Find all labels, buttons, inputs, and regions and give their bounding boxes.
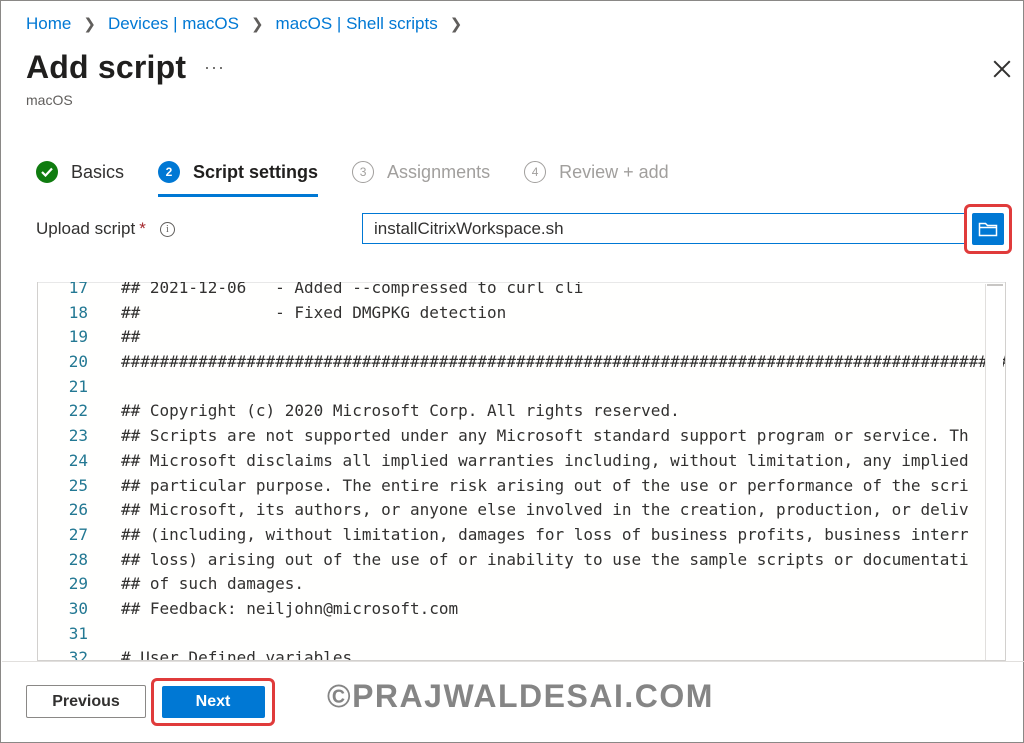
code-text: ## (including, without limitation, damag… [121, 524, 969, 544]
folder-icon [978, 222, 998, 237]
line-number: 17 [68, 282, 88, 297]
code-line: 25 ## particular purpose. The entire risk… [38, 474, 1005, 499]
breadcrumb-macos-shell-scripts[interactable]: macOS | Shell scripts [276, 14, 438, 34]
code-text: ## Scripts are not supported under any M… [121, 426, 969, 446]
code-text: ## Copyright (c) 2020 Microsoft Corp. Al… [121, 401, 680, 421]
code-text: ## particular purpose. The entire risk a… [121, 475, 969, 495]
step-number: 2 [158, 161, 181, 183]
close-icon[interactable] [991, 58, 1013, 80]
line-number: 30 [68, 598, 88, 618]
editor-scrollbar[interactable] [985, 284, 1003, 660]
code-line: 23 ## Scripts are not supported under any… [38, 424, 1005, 449]
code-line: 22 ## Copyright (c) 2020 Microsoft Corp. … [38, 399, 1005, 424]
code-lines: 17 ## 2021-12-06 - Added --compressed to … [38, 282, 1005, 661]
add-script-blade: Home ❯ Devices | macOS ❯ macOS | Shell s… [0, 0, 1024, 743]
step-review-add[interactable]: 4 Review + add [524, 156, 669, 188]
chevron-right-icon: ❯ [250, 16, 264, 33]
code-text: ########################################… [121, 352, 1006, 372]
line-number: 31 [68, 623, 88, 643]
breadcrumb-home[interactable]: Home [26, 14, 71, 34]
code-line: 20 ######################################… [38, 350, 1005, 375]
code-text: ## Feedback: neiljohn@microsoft.com [121, 598, 459, 618]
previous-button[interactable]: Previous [26, 685, 146, 718]
code-text: ## of such damages. [121, 574, 305, 594]
chevron-right-icon: ❯ [83, 16, 96, 33]
code-text: ## Microsoft disclaims all implied warra… [121, 450, 969, 470]
line-number: 26 [68, 500, 88, 520]
step-review-add-label: Review + add [559, 161, 669, 182]
upload-script-label-text: Upload script [36, 219, 136, 238]
upload-script-field[interactable] [362, 213, 965, 244]
page-title: Add script [26, 49, 187, 85]
breadcrumb: Home ❯ Devices | macOS ❯ macOS | Shell s… [26, 14, 474, 34]
code-line: 19 ## [38, 325, 1005, 350]
next-button[interactable]: Next [161, 686, 265, 718]
chevron-right-icon: ❯ [449, 16, 463, 33]
line-number: 29 [68, 574, 88, 594]
upload-script-label: Upload script * i [36, 219, 175, 239]
code-line: 31 [38, 622, 1005, 647]
script-editor[interactable]: 17 ## 2021-12-06 - Added --compressed to … [37, 282, 1006, 661]
step-script-settings[interactable]: 2 Script settings [158, 156, 319, 197]
step-assignments[interactable]: 3 Assignments [352, 156, 490, 188]
code-text: ## Microsoft, its authors, or anyone els… [121, 500, 969, 520]
page-subtitle: macOS [26, 92, 73, 108]
line-number: 28 [68, 549, 88, 569]
code-line: 29 ## of such damages. [38, 572, 1005, 597]
code-line: 26 ## Microsoft, its authors, or anyone e… [38, 498, 1005, 523]
code-text: ## [121, 327, 141, 347]
step-number: 4 [524, 161, 547, 183]
step-basics-label: Basics [71, 161, 125, 182]
footer-divider [2, 661, 1024, 662]
required-mark: * [139, 219, 146, 238]
step-script-settings-label: Script settings [193, 161, 319, 182]
step-number: 3 [352, 161, 375, 183]
line-number: 21 [68, 376, 88, 396]
code-text: ## 2021-12-06 - Added --compressed to cu… [121, 282, 584, 297]
wizard-steps: Basics 2 Script settings 3 Assignments 4… [36, 156, 703, 197]
code-text: ## loss) arising out of the use of or in… [121, 549, 969, 569]
info-icon[interactable]: i [159, 221, 175, 237]
browse-file-button[interactable] [972, 213, 1004, 245]
line-number: 18 [68, 302, 88, 322]
line-number: 23 [68, 426, 88, 446]
code-text: ## - Fixed DMGPKG detection [121, 302, 507, 322]
code-line: 24 ## Microsoft disclaims all implied war… [38, 449, 1005, 474]
line-number: 19 [68, 327, 88, 347]
line-number: 20 [68, 352, 88, 372]
code-line: 32 # User Defined variables [38, 646, 1005, 661]
browse-highlight [964, 204, 1012, 254]
line-number: 22 [68, 401, 88, 421]
code-line: 30 ## Feedback: neiljohn@microsoft.com [38, 597, 1005, 622]
code-line: 21 [38, 375, 1005, 400]
editor-scroll-thumb[interactable] [987, 284, 1003, 288]
more-options-icon[interactable]: ··· [204, 57, 225, 78]
line-number: 24 [68, 450, 88, 470]
line-number: 32 [68, 648, 88, 661]
code-line: 27 ## (including, without limitation, dam… [38, 523, 1005, 548]
checkmark-icon [36, 161, 58, 183]
next-highlight: Next [151, 678, 275, 726]
line-number: 25 [68, 475, 88, 495]
code-line: 17 ## 2021-12-06 - Added --compressed to … [38, 282, 1005, 301]
watermark: ©PRAJWALDESAI.COM [327, 678, 714, 714]
code-text: # User Defined variables [121, 648, 353, 661]
step-assignments-label: Assignments [387, 161, 491, 182]
code-line: 28 ## loss) arising out of the use of or … [38, 548, 1005, 573]
line-number: 27 [68, 524, 88, 544]
code-line: 18 ## - Fixed DMGPKG detection [38, 301, 1005, 326]
breadcrumb-devices-macos[interactable]: Devices | macOS [108, 14, 239, 34]
step-basics[interactable]: Basics [36, 156, 124, 188]
